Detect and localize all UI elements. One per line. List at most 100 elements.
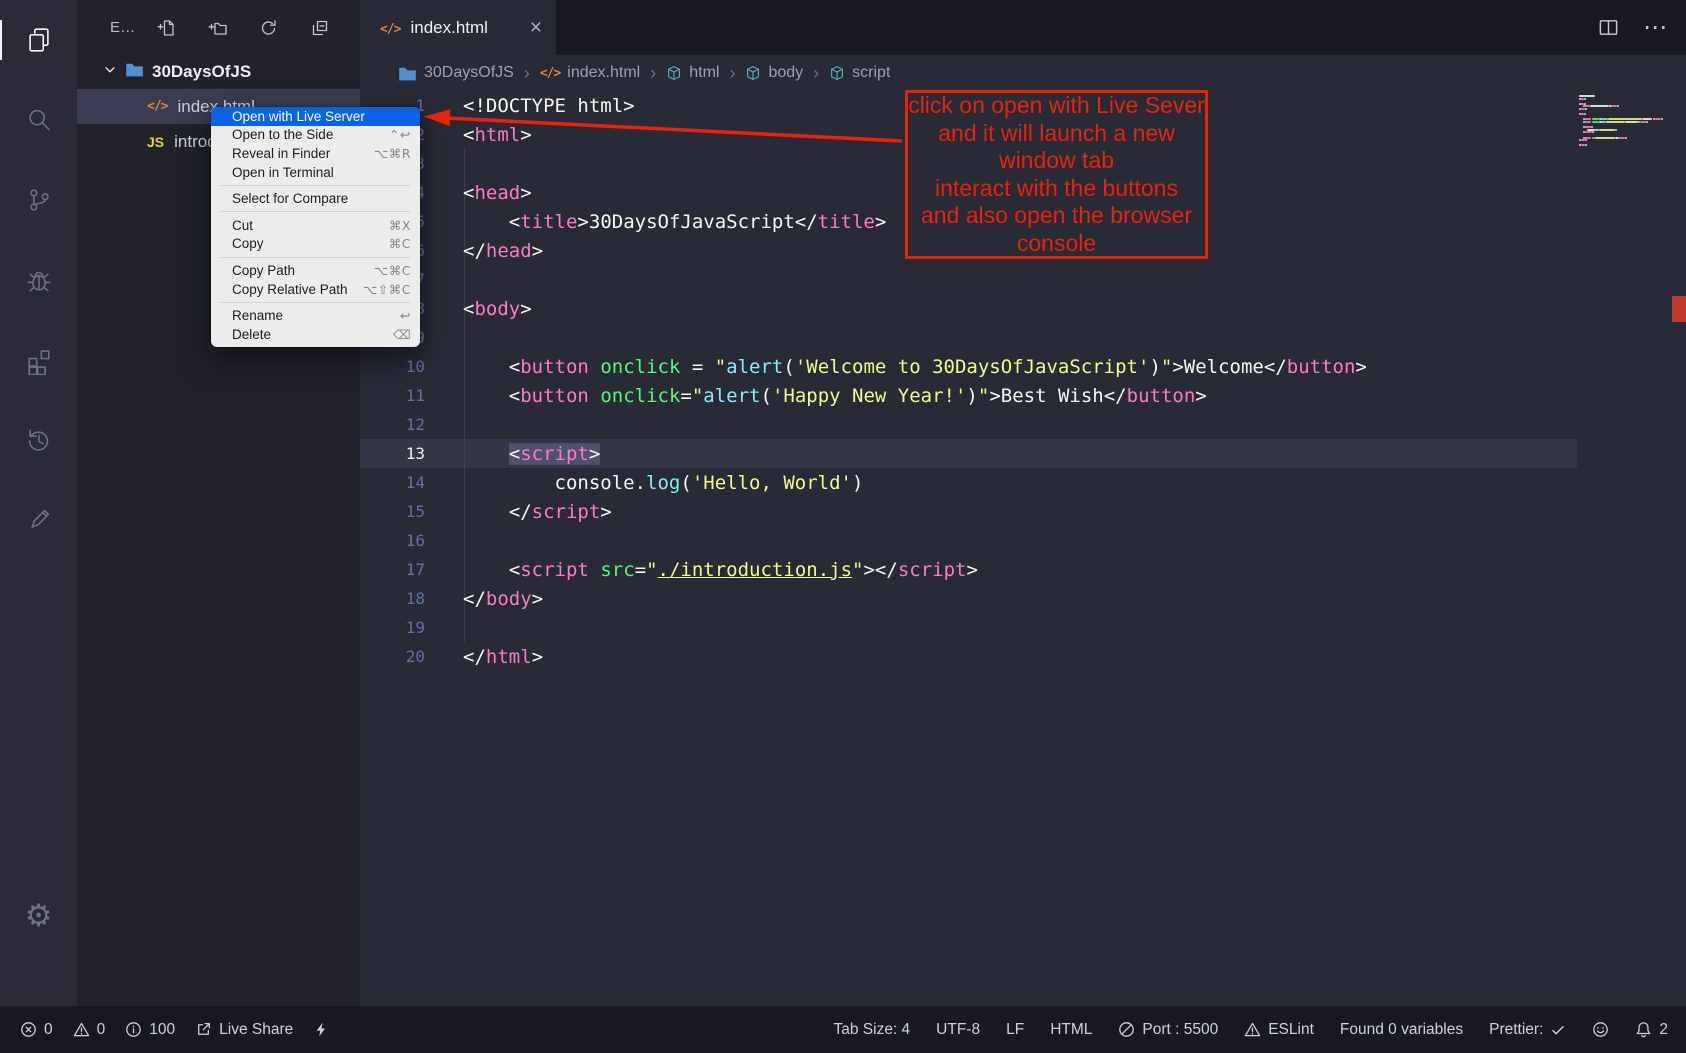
code-line-7[interactable]: 7 bbox=[360, 265, 1577, 294]
folder-section-header[interactable]: 30DaysOfJS bbox=[77, 55, 360, 89]
status-eslint-text: ESLint bbox=[1268, 1021, 1314, 1039]
tab-index-html[interactable]: </> index.html × bbox=[360, 0, 556, 55]
code-line-17[interactable]: 17 <script src="./introduction.js"></scr… bbox=[360, 555, 1577, 584]
more-actions-button[interactable]: ⋯ bbox=[1643, 16, 1668, 40]
menu-item-delete[interactable]: Delete⌫ bbox=[211, 325, 420, 344]
status-live-share[interactable]: Live Share bbox=[195, 1021, 293, 1039]
status-info[interactable]: 100 bbox=[125, 1021, 175, 1039]
code-line-13[interactable]: 13 <script> bbox=[360, 439, 1577, 468]
activity-explorer-button[interactable] bbox=[0, 20, 77, 60]
zap-icon bbox=[313, 1021, 330, 1038]
code-line-19[interactable]: 19 bbox=[360, 613, 1577, 642]
code-line-12[interactable]: 12 bbox=[360, 410, 1577, 439]
menu-item-copy-path[interactable]: Copy Path⌥⌘C bbox=[211, 261, 420, 280]
code-line-11[interactable]: 11 <button onclick="alert('Happy New Yea… bbox=[360, 381, 1577, 410]
breadcrumb-item-html[interactable]: html bbox=[666, 64, 719, 82]
menu-item-label: Copy Path bbox=[232, 263, 374, 278]
slash-icon bbox=[1118, 1021, 1135, 1038]
collapse-all-button[interactable] bbox=[310, 18, 330, 38]
warning-icon bbox=[73, 1021, 90, 1038]
menu-item-label: Copy bbox=[232, 236, 389, 251]
code-line-20[interactable]: 20</html> bbox=[360, 642, 1577, 671]
activity-extensions-button[interactable] bbox=[0, 340, 77, 380]
line-number: 17 bbox=[360, 560, 425, 579]
menu-item-rename[interactable]: Rename↩ bbox=[211, 306, 420, 325]
menu-item-open-in-terminal[interactable]: Open in Terminal bbox=[211, 163, 420, 182]
split-editor-button[interactable] bbox=[1598, 17, 1619, 38]
breadcrumb-item-30daysofjs[interactable]: 30DaysOfJS bbox=[398, 64, 514, 83]
smiley-icon bbox=[1592, 1021, 1609, 1038]
menu-item-shortcut: ⌫ bbox=[393, 327, 411, 342]
cube-icon bbox=[829, 65, 845, 81]
breadcrumb-label: script bbox=[852, 64, 890, 82]
context-menu: Open with Live ServerOpen to the Side⌃↩R… bbox=[211, 107, 420, 347]
status-warnings[interactable]: 0 bbox=[73, 1021, 106, 1039]
status-tab-size[interactable]: Tab Size: 4 bbox=[833, 1021, 910, 1039]
cube-icon bbox=[745, 65, 761, 81]
code-line-14[interactable]: 14 console.log('Hello, World') bbox=[360, 468, 1577, 497]
menu-item-label: Select for Compare bbox=[232, 191, 411, 206]
status-prettier[interactable]: Prettier: bbox=[1489, 1021, 1566, 1039]
menu-item-open-to-the-side[interactable]: Open to the Side⌃↩ bbox=[211, 126, 420, 145]
menu-item-label: Open in Terminal bbox=[232, 165, 411, 180]
breadcrumb-separator: › bbox=[650, 64, 656, 82]
error-icon bbox=[20, 1021, 37, 1038]
folder-name: 30DaysOfJS bbox=[152, 62, 251, 82]
breadcrumb-item-body[interactable]: body bbox=[745, 64, 803, 82]
status-eol[interactable]: LF bbox=[1006, 1021, 1024, 1039]
activity-settings-button[interactable]: ⚙ bbox=[0, 896, 77, 936]
status-port[interactable]: Port : 5500 bbox=[1118, 1021, 1218, 1039]
status-encoding[interactable]: UTF-8 bbox=[936, 1021, 980, 1039]
menu-separator bbox=[221, 302, 410, 303]
status-zap[interactable] bbox=[313, 1021, 330, 1038]
gear-icon: ⚙ bbox=[25, 901, 53, 932]
overview-ruler-decoration bbox=[1672, 296, 1686, 322]
menu-item-label: Open to the Side bbox=[232, 127, 389, 142]
activity-source-control-button[interactable] bbox=[0, 180, 77, 220]
refresh-icon bbox=[259, 18, 279, 38]
status-variables[interactable]: Found 0 variables bbox=[1340, 1021, 1463, 1039]
status-feedback[interactable] bbox=[1592, 1021, 1609, 1038]
refresh-button[interactable] bbox=[259, 18, 279, 38]
status-errors[interactable]: 0 bbox=[20, 1021, 53, 1039]
status-eslint[interactable]: ESLint bbox=[1244, 1021, 1314, 1039]
status-notifications[interactable]: 2 bbox=[1635, 1021, 1668, 1039]
menu-item-select-for-compare[interactable]: Select for Compare bbox=[211, 189, 420, 208]
line-content: </body> bbox=[463, 588, 543, 610]
menu-item-open-with-live-server[interactable]: Open with Live Server bbox=[211, 107, 420, 126]
activity-history-button[interactable] bbox=[0, 420, 77, 460]
breadcrumb-item-script[interactable]: script bbox=[829, 64, 890, 82]
menu-item-reveal-in-finder[interactable]: Reveal in Finder⌥⌘R bbox=[211, 144, 420, 163]
debug-icon bbox=[24, 265, 54, 295]
code-line-9[interactable]: 9 bbox=[360, 323, 1577, 352]
menu-item-copy[interactable]: Copy⌘C bbox=[211, 235, 420, 254]
new-folder-button[interactable] bbox=[208, 18, 228, 38]
menu-item-copy-relative-path[interactable]: Copy Relative Path⌥⇧⌘C bbox=[211, 280, 420, 299]
status-port-text: Port : 5500 bbox=[1142, 1021, 1218, 1039]
status-language[interactable]: HTML bbox=[1050, 1021, 1092, 1039]
code-line-15[interactable]: 15 </script> bbox=[360, 497, 1577, 526]
activity-run-debug-button[interactable] bbox=[0, 260, 77, 300]
new-file-button[interactable] bbox=[157, 18, 177, 38]
tab-label: index.html bbox=[410, 18, 487, 38]
new-file-icon bbox=[157, 18, 177, 38]
activity-search-button[interactable] bbox=[0, 100, 77, 140]
annotation-line: and it will launch a new bbox=[938, 120, 1175, 148]
activity-edit-session-button[interactable] bbox=[0, 500, 77, 540]
code-line-18[interactable]: 18</body> bbox=[360, 584, 1577, 613]
close-icon[interactable]: × bbox=[530, 17, 542, 38]
explorer-icon bbox=[24, 25, 54, 55]
code-line-10[interactable]: 10 <button onclick = "alert('Welcome to … bbox=[360, 352, 1577, 381]
code-line-16[interactable]: 16 bbox=[360, 526, 1577, 555]
breadcrumb: 30DaysOfJS›</>index.html›html›body›scrip… bbox=[360, 55, 1686, 91]
html-icon: </> bbox=[540, 67, 560, 80]
breadcrumb-item-index-html[interactable]: </>index.html bbox=[540, 64, 640, 82]
menu-item-cut[interactable]: Cut⌘X bbox=[211, 216, 420, 235]
pen-icon bbox=[24, 505, 54, 535]
minimap[interactable] bbox=[1577, 95, 1672, 147]
line-number: 19 bbox=[360, 618, 425, 637]
line-content: <html> bbox=[463, 124, 532, 146]
menu-item-shortcut: ⌃↩ bbox=[389, 127, 411, 142]
line-content: <!DOCTYPE html> bbox=[463, 95, 635, 117]
code-line-8[interactable]: 8<body> bbox=[360, 294, 1577, 323]
